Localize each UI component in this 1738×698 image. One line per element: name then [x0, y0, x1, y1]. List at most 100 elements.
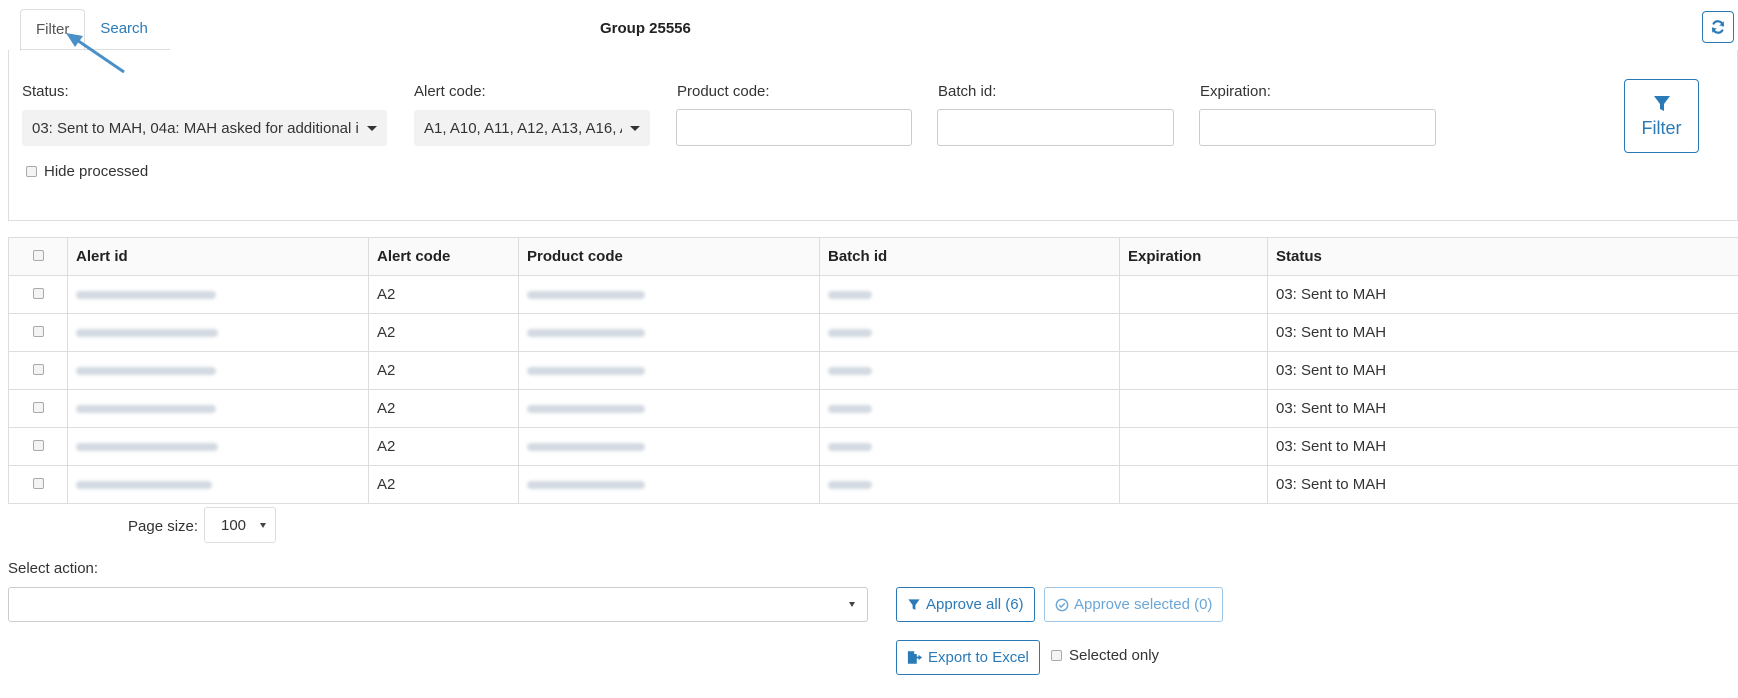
redacted-text: [828, 481, 872, 490]
table-row[interactable]: A2 03: Sent to MAH: [8, 351, 1738, 390]
redacted-text: [527, 329, 645, 338]
redacted-text: [527, 291, 645, 300]
batch-id-cell: [819, 389, 1120, 428]
select-action-label: Select action:: [8, 560, 99, 577]
batch-id-cell: [819, 351, 1120, 390]
redacted-text: [527, 405, 645, 414]
check-circle-icon: [1055, 598, 1069, 611]
batch-id-cell: [819, 427, 1120, 466]
page-size-label: Page size:: [128, 518, 199, 535]
redacted-text: [76, 329, 218, 338]
table-row[interactable]: A2 03: Sent to MAH: [8, 313, 1738, 352]
redacted-text: [527, 367, 645, 376]
alerts-table: Alert id Alert code Product code Batch i…: [8, 237, 1738, 504]
selected-only-label: Selected only: [1069, 647, 1160, 664]
redacted-text: [76, 443, 218, 452]
product-code-cell: [518, 465, 820, 504]
column-header-alert-id[interactable]: Alert id: [67, 237, 369, 276]
table-header-row: Alert id Alert code Product code Batch i…: [8, 237, 1738, 276]
product-code-cell: [518, 313, 820, 352]
caret-down-icon: [260, 522, 267, 528]
batch-id-cell: [819, 465, 1120, 504]
alert-code-dropdown-value: A1, A10, A11, A12, A13, A16, A1: [424, 119, 622, 137]
export-excel-button[interactable]: Export to Excel: [896, 640, 1040, 675]
redacted-text: [828, 405, 872, 414]
filter-icon: [1653, 95, 1670, 111]
approve-all-button[interactable]: Approve all (6): [896, 587, 1035, 622]
row-checkbox[interactable]: [32, 402, 44, 413]
product-code-label: Product code:: [677, 83, 770, 100]
status-cell: 03: Sent to MAH: [1267, 275, 1738, 314]
product-code-cell: [518, 427, 820, 466]
batch-id-cell: [819, 313, 1120, 352]
product-code-cell: [518, 351, 820, 390]
row-checkbox[interactable]: [32, 326, 44, 337]
status-cell: 03: Sent to MAH: [1267, 389, 1738, 428]
alert-id-cell: [67, 427, 369, 466]
redacted-text: [828, 291, 872, 300]
expiration-input[interactable]: [1199, 109, 1436, 146]
row-checkbox[interactable]: [32, 478, 44, 489]
redacted-text: [828, 329, 872, 338]
filter-button[interactable]: Filter: [1624, 79, 1699, 153]
column-header-product-code[interactable]: Product code: [518, 237, 820, 276]
select-all-cell: [8, 237, 68, 276]
page-size-select[interactable]: 100: [204, 507, 276, 543]
row-checkbox[interactable]: [32, 364, 44, 375]
expiration-cell: [1119, 313, 1268, 352]
table-row[interactable]: A2 03: Sent to MAH: [8, 275, 1738, 314]
refresh-button[interactable]: [1702, 11, 1734, 43]
file-export-icon: [907, 651, 923, 664]
selected-only-option: Selected only: [1051, 647, 1159, 664]
select-all-checkbox[interactable]: [32, 250, 44, 261]
alert-code-dropdown[interactable]: A1, A10, A11, A12, A13, A16, A1: [414, 110, 650, 146]
redacted-text: [76, 291, 216, 300]
redacted-text: [828, 443, 872, 452]
column-header-expiration[interactable]: Expiration: [1119, 237, 1268, 276]
row-select-cell: [8, 427, 68, 466]
redacted-text: [828, 367, 872, 376]
filter-button-label: Filter: [1641, 117, 1682, 138]
expiration-label: Expiration:: [1200, 83, 1271, 100]
hide-processed-label: Hide processed: [44, 163, 149, 180]
row-checkbox[interactable]: [32, 440, 44, 451]
batch-id-label: Batch id:: [938, 83, 997, 100]
status-label: Status:: [22, 83, 69, 100]
refresh-icon: [1711, 20, 1725, 34]
row-select-cell: [8, 275, 68, 314]
table-row[interactable]: A2 03: Sent to MAH: [8, 427, 1738, 466]
approve-selected-button[interactable]: Approve selected (0): [1044, 587, 1224, 622]
status-dropdown[interactable]: 03: Sent to MAH, 04a: MAH asked for addi…: [22, 110, 387, 146]
action-select[interactable]: [8, 587, 868, 622]
alert-code-cell: A2: [368, 465, 519, 504]
row-select-cell: [8, 351, 68, 390]
status-cell: 03: Sent to MAH: [1267, 465, 1738, 504]
column-header-status[interactable]: Status: [1267, 237, 1738, 276]
row-select-cell: [8, 389, 68, 428]
alert-code-cell: A2: [368, 427, 519, 466]
column-header-batch-id[interactable]: Batch id: [819, 237, 1120, 276]
tab-filter[interactable]: Filter: [20, 9, 86, 51]
product-code-cell: [518, 275, 820, 314]
approve-selected-label: Approve selected (0): [1074, 596, 1213, 613]
column-header-alert-code[interactable]: Alert code: [368, 237, 519, 276]
redacted-text: [76, 481, 212, 490]
alert-id-cell: [67, 351, 369, 390]
expiration-cell: [1119, 389, 1268, 428]
expiration-cell: [1119, 275, 1268, 314]
selected-only-checkbox[interactable]: [1051, 650, 1062, 661]
alert-id-cell: [67, 313, 369, 352]
hide-processed-checkbox[interactable]: [26, 166, 37, 177]
row-select-cell: [8, 313, 68, 352]
table-row[interactable]: A2 03: Sent to MAH: [8, 465, 1738, 504]
row-checkbox[interactable]: [32, 288, 44, 299]
approve-all-label: Approve all (6): [926, 596, 1024, 613]
status-cell: 03: Sent to MAH: [1267, 427, 1738, 466]
product-code-input[interactable]: [676, 109, 912, 146]
redacted-text: [527, 481, 645, 490]
expiration-cell: [1119, 351, 1268, 390]
status-dropdown-value: 03: Sent to MAH, 04a: MAH asked for addi…: [32, 119, 359, 137]
tab-search[interactable]: Search: [85, 9, 163, 49]
table-row[interactable]: A2 03: Sent to MAH: [8, 389, 1738, 428]
batch-id-input[interactable]: [937, 109, 1174, 146]
